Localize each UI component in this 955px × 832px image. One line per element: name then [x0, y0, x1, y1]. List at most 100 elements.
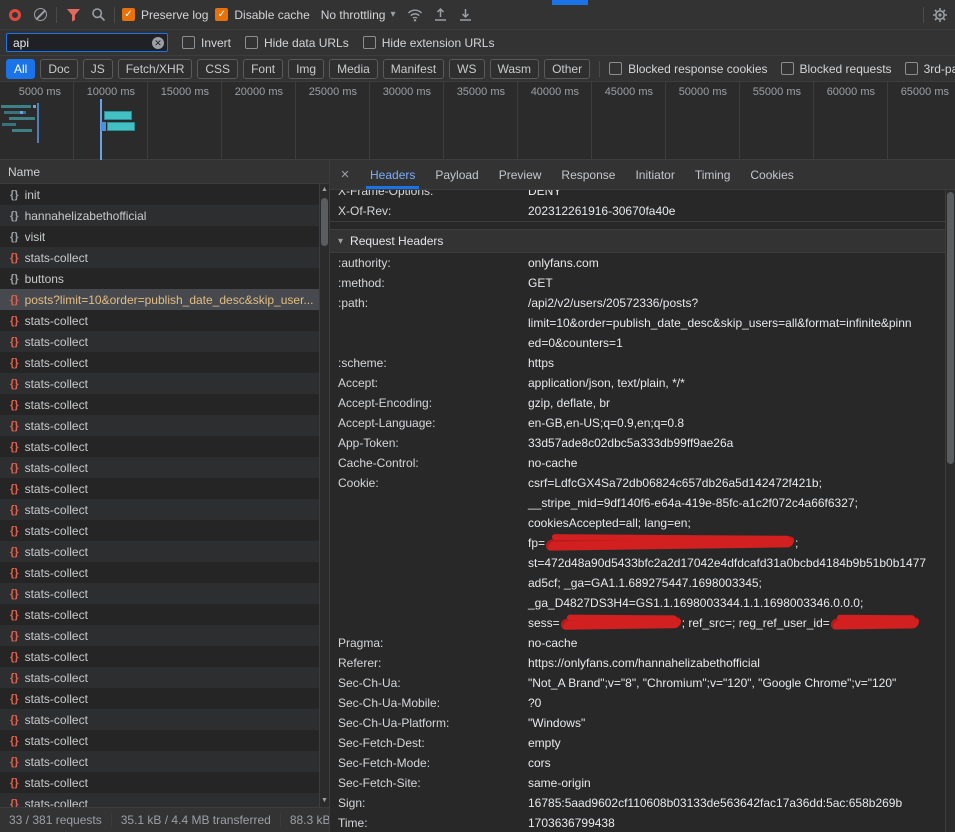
script-icon: {} [10, 609, 19, 621]
scrollbar-thumb[interactable] [321, 198, 328, 246]
request-row[interactable]: {}stats-collect [0, 793, 319, 807]
filter-chip-wasm[interactable]: Wasm [490, 59, 540, 79]
throttling-dropdown[interactable]: No throttling ▾ [317, 6, 400, 24]
scroll-down-icon[interactable]: ▼ [321, 795, 328, 807]
request-row[interactable]: {}init [0, 184, 319, 205]
request-row[interactable]: {}stats-collect [0, 394, 319, 415]
detail-scrollbar[interactable] [945, 190, 955, 832]
filter-chip-ws[interactable]: WS [449, 59, 484, 79]
header-value: application/json, text/plain, */* [528, 373, 945, 393]
timeline-tick-label: 60000 ms [827, 86, 875, 98]
request-row[interactable]: {}stats-collect [0, 562, 319, 583]
request-row[interactable]: {}stats-collect [0, 688, 319, 709]
filter-chip-other[interactable]: Other [544, 59, 590, 79]
header-value-text: fp= [528, 536, 545, 550]
tab-headers[interactable]: Headers [360, 160, 425, 189]
script-icon: {} [10, 630, 19, 642]
request-row[interactable]: {}stats-collect [0, 520, 319, 541]
filter-chip-media[interactable]: Media [329, 59, 378, 79]
tab-preview[interactable]: Preview [489, 160, 552, 189]
request-row[interactable]: {}stats-collect [0, 352, 319, 373]
header-row: X-Frame-Options:DENY [330, 190, 945, 201]
request-row[interactable]: {}stats-collect [0, 646, 319, 667]
headers-detail-body: X-Frame-Options:DENYX-Of-Rev:20231226191… [330, 190, 955, 832]
blocked-requests-checkbox[interactable]: Blocked requests [781, 62, 892, 76]
request-row[interactable]: {}stats-collect [0, 436, 319, 457]
request-row[interactable]: {}stats-collect [0, 415, 319, 436]
request-row[interactable]: {}hannahelizabethofficial [0, 205, 319, 226]
third-party-requests-checkbox[interactable]: 3rd-party requests [905, 62, 955, 76]
preserve-log-checkbox[interactable]: Preserve log [122, 8, 208, 22]
header-value-line: _ga_D4827DS3H4=GS1.1.1698003344.1.1.1698… [528, 593, 931, 613]
invert-checkbox[interactable]: Invert [182, 36, 231, 50]
close-icon[interactable]: × [330, 160, 360, 189]
request-row[interactable]: {}stats-collect [0, 583, 319, 604]
request-row[interactable]: {}stats-collect [0, 541, 319, 562]
scrollbar-thumb[interactable] [947, 192, 954, 464]
tab-timing[interactable]: Timing [685, 160, 741, 189]
request-headers-section-header[interactable]: ▾ Request Headers [330, 229, 945, 253]
script-icon: {} [10, 252, 19, 264]
name-column-header[interactable]: Name [0, 160, 329, 184]
waterfall-bar [9, 117, 35, 120]
redaction-scribble [561, 617, 681, 630]
disable-cache-checkbox[interactable]: Disable cache [215, 8, 309, 22]
header-row: Sec-Fetch-Dest:empty [330, 733, 945, 753]
tab-response[interactable]: Response [551, 160, 625, 189]
blocked-response-cookies-label: Blocked response cookies [628, 62, 767, 76]
settings-gear-icon[interactable] [931, 6, 949, 24]
tab-initiator[interactable]: Initiator [625, 160, 684, 189]
request-row[interactable]: {}stats-collect [0, 247, 319, 268]
request-list-scrollbar[interactable]: ▲ ▼ [319, 184, 329, 807]
tab-cookies[interactable]: Cookies [740, 160, 803, 189]
request-row[interactable]: {}stats-collect [0, 499, 319, 520]
hide-data-urls-checkbox[interactable]: Hide data URLs [245, 36, 349, 50]
request-row[interactable]: {}visit [0, 226, 319, 247]
filter-chip-js[interactable]: JS [83, 59, 113, 79]
request-row[interactable]: {}stats-collect [0, 604, 319, 625]
request-name: hannahelizabethofficial [25, 209, 147, 223]
network-overview-timeline[interactable]: 5000 ms10000 ms15000 ms20000 ms25000 ms3… [0, 82, 955, 160]
request-row[interactable]: {}stats-collect [0, 772, 319, 793]
clear-filter-icon[interactable]: ✕ [152, 37, 164, 49]
header-value: "Not_A Brand";v="8", "Chromium";v="120",… [528, 673, 945, 693]
filter-input[interactable] [6, 33, 168, 52]
request-row[interactable]: {}buttons [0, 268, 319, 289]
filter-chip-font[interactable]: Font [243, 59, 283, 79]
script-icon: {} [10, 714, 19, 726]
network-conditions-icon[interactable] [406, 6, 424, 24]
filter-chip-css[interactable]: CSS [197, 59, 238, 79]
record-button[interactable] [6, 6, 24, 24]
request-row[interactable]: {}stats-collect [0, 331, 319, 352]
filter-chip-img[interactable]: Img [288, 59, 324, 79]
filter-chip-all[interactable]: All [6, 59, 35, 79]
request-row[interactable]: {}stats-collect [0, 373, 319, 394]
request-name: stats-collect [25, 377, 88, 391]
request-row[interactable]: {}stats-collect [0, 478, 319, 499]
request-row[interactable]: {}stats-collect [0, 730, 319, 751]
filter-icon[interactable] [64, 6, 82, 24]
request-row[interactable]: {}stats-collect [0, 709, 319, 730]
header-row: Cache-Control:no-cache [330, 453, 945, 473]
request-row[interactable]: {}stats-collect [0, 457, 319, 478]
request-row[interactable]: {}stats-collect [0, 310, 319, 331]
blocked-response-cookies-checkbox[interactable]: Blocked response cookies [609, 62, 767, 76]
script-icon: {} [10, 336, 19, 348]
request-row[interactable]: {}stats-collect [0, 625, 319, 646]
tab-payload[interactable]: Payload [425, 160, 488, 189]
request-row[interactable]: {}stats-collect [0, 667, 319, 688]
header-name: :scheme: [338, 353, 528, 373]
filter-chip-fetch-xhr[interactable]: Fetch/XHR [118, 59, 193, 79]
export-har-icon[interactable] [456, 6, 474, 24]
request-row[interactable]: {}stats-collect [0, 751, 319, 772]
request-name: buttons [25, 272, 64, 286]
hide-extension-urls-checkbox[interactable]: Hide extension URLs [363, 36, 495, 50]
request-row[interactable]: {}posts?limit=10&order=publish_date_desc… [0, 289, 319, 310]
scroll-up-icon[interactable]: ▲ [321, 184, 328, 196]
filter-chip-doc[interactable]: Doc [40, 59, 77, 79]
filter-chip-manifest[interactable]: Manifest [383, 59, 444, 79]
clear-button[interactable] [31, 6, 49, 24]
import-har-icon[interactable] [431, 6, 449, 24]
throttling-value: No throttling [321, 8, 386, 22]
search-icon[interactable] [89, 6, 107, 24]
